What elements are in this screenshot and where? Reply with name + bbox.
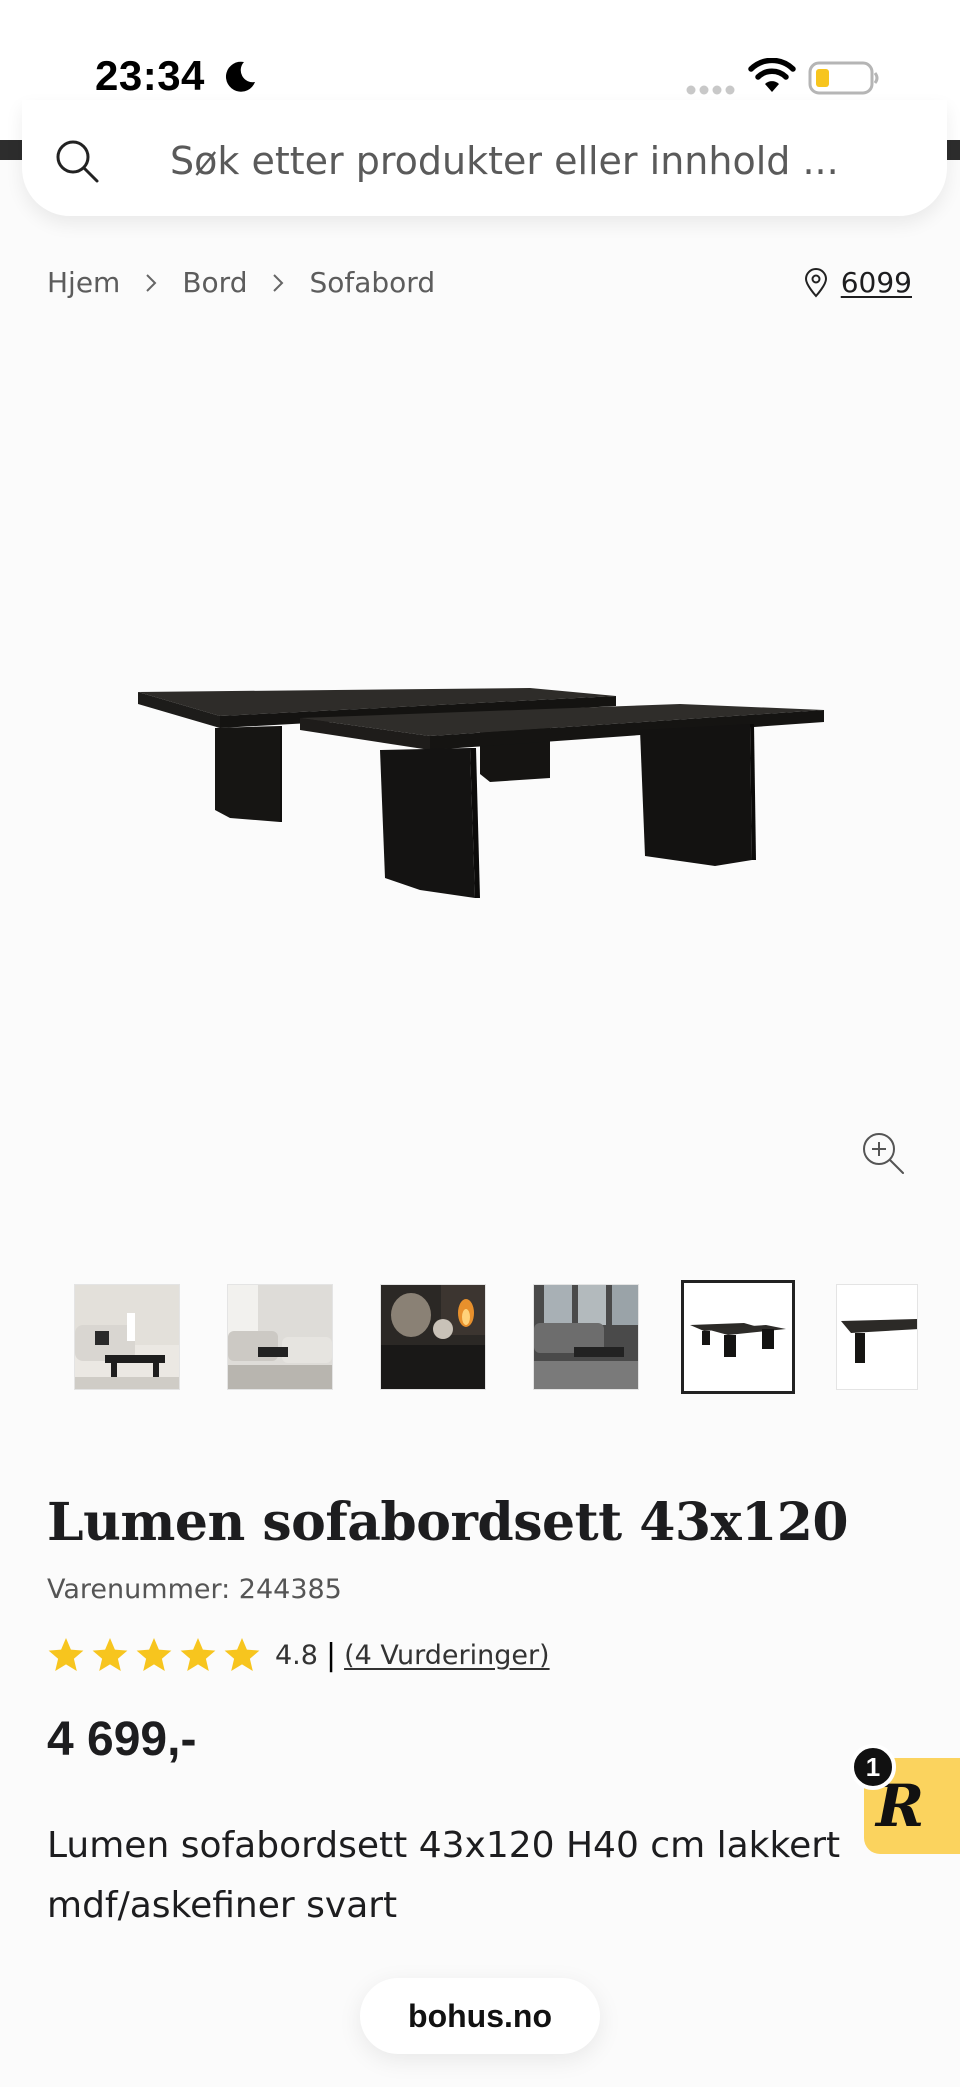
rating-value: 4.8 bbox=[275, 1639, 318, 1671]
cellular-signal-icon bbox=[686, 85, 735, 95]
thumbnail-fireplace[interactable] bbox=[380, 1284, 486, 1390]
breadcrumb-hjem[interactable]: Hjem bbox=[47, 266, 120, 299]
thumbnail-living-room-1[interactable] bbox=[74, 1284, 180, 1390]
battery-low-icon bbox=[808, 61, 879, 95]
thumbnail-living-room-2[interactable] bbox=[227, 1284, 333, 1390]
location-pin-icon bbox=[804, 267, 827, 297]
location-postcode[interactable]: 6099 bbox=[841, 266, 912, 299]
search-bar[interactable] bbox=[22, 100, 947, 216]
moon-icon bbox=[225, 61, 255, 92]
browser-url-pill[interactable]: bohus.no bbox=[360, 1978, 600, 2054]
chevron-right-icon bbox=[120, 269, 182, 297]
zoom-in-icon[interactable] bbox=[860, 1130, 906, 1176]
thumbnail-strip bbox=[0, 1280, 960, 1394]
star-icon bbox=[48, 1638, 84, 1671]
thumbnail-product-single[interactable] bbox=[836, 1284, 918, 1390]
chevron-right-icon bbox=[247, 269, 309, 297]
star-icon bbox=[180, 1638, 216, 1671]
reviews-link[interactable]: (4 Vurderinger) bbox=[344, 1640, 550, 1671]
product-rating: 4.8 | (4 Vurderinger) bbox=[47, 1636, 550, 1674]
star-icon bbox=[224, 1638, 260, 1671]
product-sku: Varenummer: 244385 bbox=[47, 1574, 342, 1605]
star-icon bbox=[92, 1638, 128, 1671]
status-clock: 23:34 bbox=[95, 52, 205, 99]
thumbnail-product-set[interactable] bbox=[681, 1280, 795, 1394]
rating-stars bbox=[47, 1636, 261, 1674]
search-input[interactable] bbox=[170, 136, 870, 186]
location-selector[interactable]: 6099 bbox=[803, 266, 912, 299]
thumbnail-lounge[interactable] bbox=[533, 1284, 639, 1390]
breadcrumb: Hjem Bord Sofabord bbox=[47, 266, 435, 299]
product-description: Lumen sofabordsett 43x120 H40 cm lakkert… bbox=[47, 1825, 841, 1926]
product-image[interactable] bbox=[130, 670, 830, 910]
star-icon bbox=[136, 1638, 172, 1671]
wifi-icon bbox=[748, 58, 796, 92]
product-price: 4 699,- bbox=[47, 1713, 197, 1766]
rating-separator: | bbox=[325, 1637, 337, 1673]
product-title: Lumen sofabordsett 43x120 bbox=[47, 1492, 849, 1553]
breadcrumb-bord[interactable]: Bord bbox=[182, 266, 247, 299]
search-icon[interactable] bbox=[52, 136, 102, 186]
widget-notification-badge: 1 bbox=[850, 1744, 896, 1790]
breadcrumb-sofabord[interactable]: Sofabord bbox=[309, 266, 435, 299]
